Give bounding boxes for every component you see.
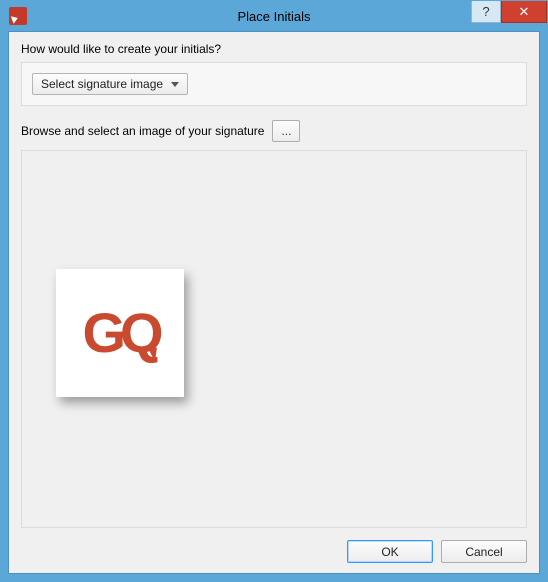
browse-button[interactable]: ... xyxy=(272,120,300,142)
browse-row: Browse and select an image of your signa… xyxy=(21,120,527,142)
window-title: Place Initials xyxy=(1,9,547,24)
q-tail-icon xyxy=(145,346,157,361)
signature-method-dropdown[interactable]: Select signature image xyxy=(32,73,188,95)
titlebar[interactable]: Place Initials ? ✕ xyxy=(1,1,547,31)
close-button[interactable]: ✕ xyxy=(501,1,547,23)
signature-preview-area: GQ xyxy=(21,150,527,528)
help-icon: ? xyxy=(482,4,489,19)
dialog-window: Place Initials ? ✕ How would like to cre… xyxy=(0,0,548,582)
browse-button-label: ... xyxy=(281,124,291,138)
signature-image[interactable]: GQ xyxy=(56,269,184,397)
client-area: How would like to create your initials? … xyxy=(8,31,540,574)
cancel-button[interactable]: Cancel xyxy=(441,540,527,563)
method-group: Select signature image xyxy=(21,62,527,106)
question-label: How would like to create your initials? xyxy=(21,42,527,56)
cancel-button-label: Cancel xyxy=(465,545,502,559)
chevron-down-icon xyxy=(171,77,179,91)
dropdown-selected-label: Select signature image xyxy=(41,77,163,91)
titlebar-buttons: ? ✕ xyxy=(471,1,547,23)
browse-label: Browse and select an image of your signa… xyxy=(21,124,264,138)
help-button[interactable]: ? xyxy=(471,1,501,23)
logo-text: GQ xyxy=(82,305,157,361)
ok-button-label: OK xyxy=(381,545,398,559)
app-icon xyxy=(9,7,27,25)
dialog-footer: OK Cancel xyxy=(21,538,527,563)
close-icon: ✕ xyxy=(519,4,530,20)
ok-button[interactable]: OK xyxy=(347,540,433,563)
